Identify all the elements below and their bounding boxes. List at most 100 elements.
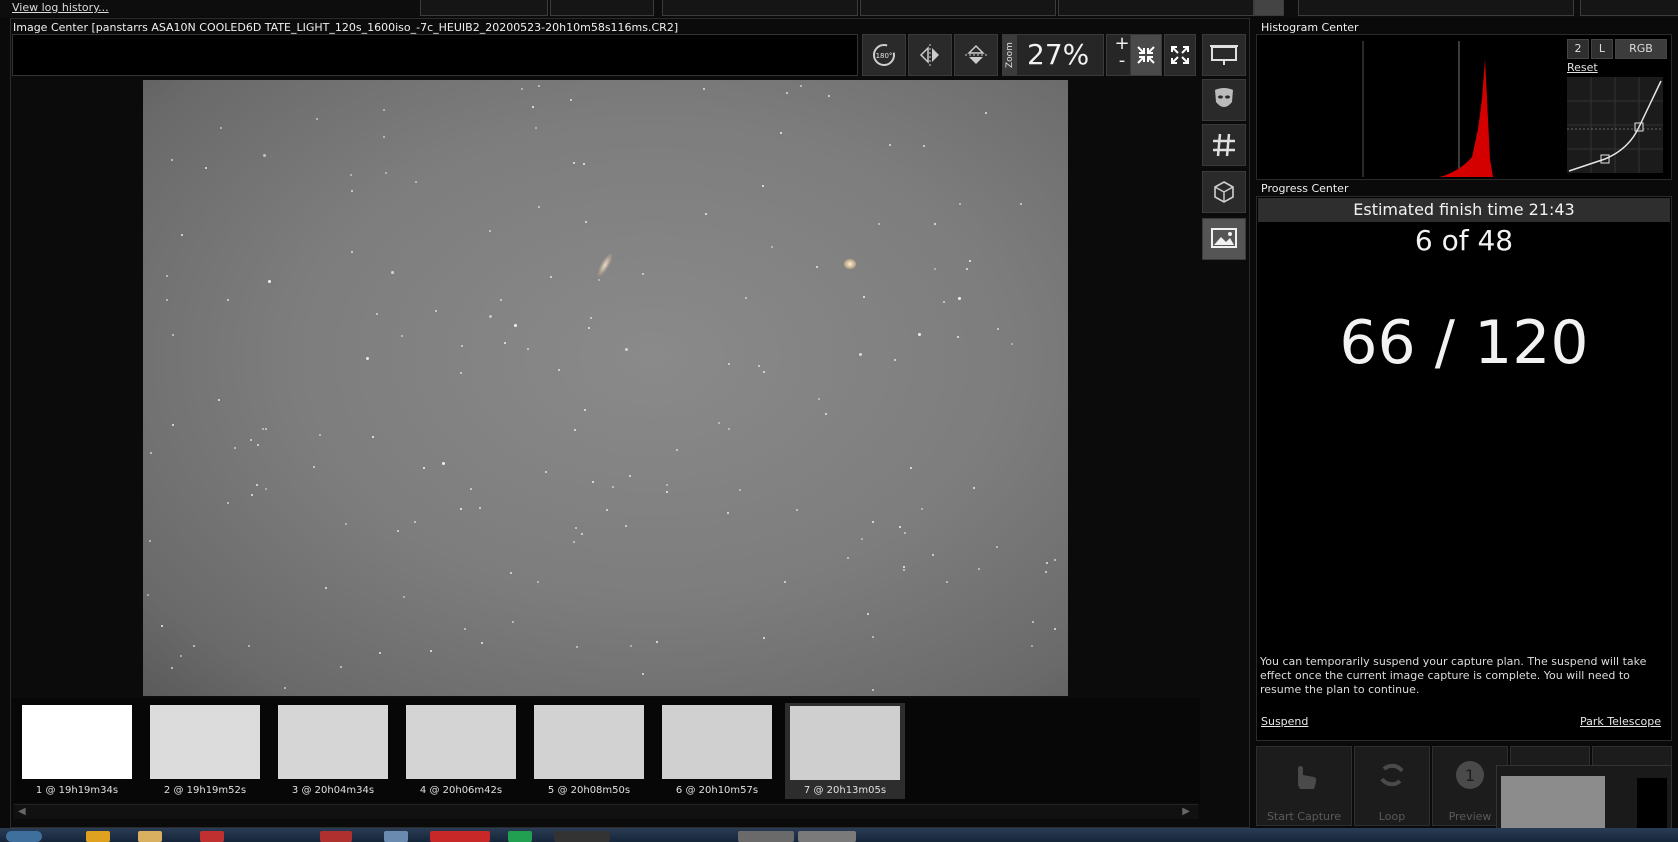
star-point [1011,343,1013,345]
thumbnail-image [278,705,388,779]
star-point [1045,571,1047,573]
scroll-left-icon[interactable]: ◀ [18,806,26,817]
taskbar-app-icon[interactable] [430,831,490,842]
taskbar-app-icon[interactable] [554,831,610,842]
histogram-mode-2-button[interactable]: 2 [1567,39,1589,59]
zoom-control: Zoom 27% [1002,34,1104,76]
star-point [574,429,576,431]
thumbnail[interactable]: 6 @ 20h10m57s [662,705,772,801]
star-point [872,689,874,691]
top-toolbar-box[interactable] [1580,0,1678,16]
mask-icon [1215,88,1233,107]
star-point [978,568,980,570]
star-point [218,399,220,401]
park-telescope-link[interactable]: Park Telescope [1580,715,1661,728]
flip-horizontal-button[interactable] [908,34,952,76]
star-point [376,313,378,315]
top-toolbar-box[interactable] [1298,0,1574,16]
taskbar-app-icon[interactable] [384,831,408,842]
star-point [532,106,534,108]
star-point [894,359,896,361]
flip-vertical-button[interactable] [954,34,998,76]
star-point [957,336,959,338]
star-point [576,646,578,648]
presentation-mode-button[interactable] [1202,34,1246,76]
curve-editor[interactable] [1567,77,1663,173]
star-point [234,447,236,449]
star-point [903,569,905,571]
thumbnail[interactable]: 4 @ 20h06m42s [406,705,516,801]
start-capture-button[interactable]: Start Capture [1256,746,1352,826]
top-toolbar-box[interactable] [662,0,858,16]
thumbnail[interactable]: 2 @ 19h19m52s [150,705,260,801]
star-point [558,369,560,371]
star-point [351,190,353,192]
suspend-info-text: You can temporarily suspend your capture… [1260,655,1647,696]
loop-label: Loop [1378,810,1406,823]
star-point [863,296,865,298]
star-point [581,533,583,535]
grid-overlay-button[interactable] [1202,124,1246,166]
image-view-button[interactable] [1202,218,1246,260]
taskbar-app-icon[interactable] [508,831,532,842]
star-point [934,268,936,270]
star-point [918,333,921,336]
zoom-value: 27% [1027,38,1090,71]
thumbnail[interactable]: 5 @ 20h08m50s [534,705,644,801]
star-point [1054,628,1056,630]
taskbar-folder-icon[interactable] [138,831,162,842]
star-detect-button[interactable] [1202,171,1246,213]
taskbar-app-icon[interactable] [738,831,794,842]
galaxy-m82 [595,251,615,279]
taskbar-app-icon[interactable] [798,831,856,842]
star-point [430,650,432,652]
star-point [985,112,987,114]
scroll-right-icon[interactable]: ▶ [1182,806,1190,817]
star-point [251,494,253,496]
star-point [656,641,658,643]
expand-arrows-icon [1171,46,1189,64]
filmstrip-scrollbar[interactable]: ◀ ▶ [14,804,1198,819]
star-point [262,428,264,430]
star-point [1046,562,1048,564]
rotate-180-button[interactable]: 180° [862,34,906,76]
star-point [535,127,537,129]
star-point [351,251,353,253]
star-point [642,673,644,675]
star-point [403,596,405,598]
thumbnail-selected[interactable]: 7 @ 20h13m05s [785,703,905,799]
star-point [786,92,788,94]
star-point [847,557,849,559]
captured-image[interactable] [143,80,1068,696]
star-point [401,335,403,337]
suspend-link[interactable]: Suspend [1261,715,1308,728]
histogram-mode-l-button[interactable]: L [1591,39,1613,59]
view-log-history-link[interactable]: View log history... [12,1,109,14]
taskbar-app-icon[interactable] [320,831,352,842]
thumbnail[interactable]: 1 @ 19h19m34s [22,705,132,801]
fit-to-window-button[interactable] [1130,34,1162,76]
taskbar-app-icon[interactable] [86,831,110,842]
star-point [666,484,668,486]
star-point [642,273,644,275]
mask-overlay-button[interactable] [1202,79,1246,121]
histogram-reset-link[interactable]: Reset [1567,61,1598,74]
top-toolbar-box[interactable] [550,0,654,16]
loop-button[interactable]: Loop [1354,746,1430,826]
star-point [592,481,594,483]
top-toolbar-box[interactable] [420,0,548,16]
preview-icon: 1 [1456,761,1484,789]
star-point [584,409,586,411]
top-toolbar-box[interactable] [1058,0,1254,16]
fullscreen-button[interactable] [1164,34,1196,76]
star-point [629,475,631,477]
histogram-mode-rgb-button[interactable]: RGB [1615,39,1667,59]
top-toolbar-box[interactable] [860,0,1056,16]
galaxy-m81 [844,259,856,269]
taskbar-app-icon[interactable] [200,831,224,842]
start-orb-icon[interactable] [6,831,42,842]
thumbnail[interactable]: 3 @ 20h04m34s [278,705,388,801]
star-point [859,353,862,356]
top-toolbar-button[interactable] [1254,0,1284,16]
star-point [904,532,906,534]
